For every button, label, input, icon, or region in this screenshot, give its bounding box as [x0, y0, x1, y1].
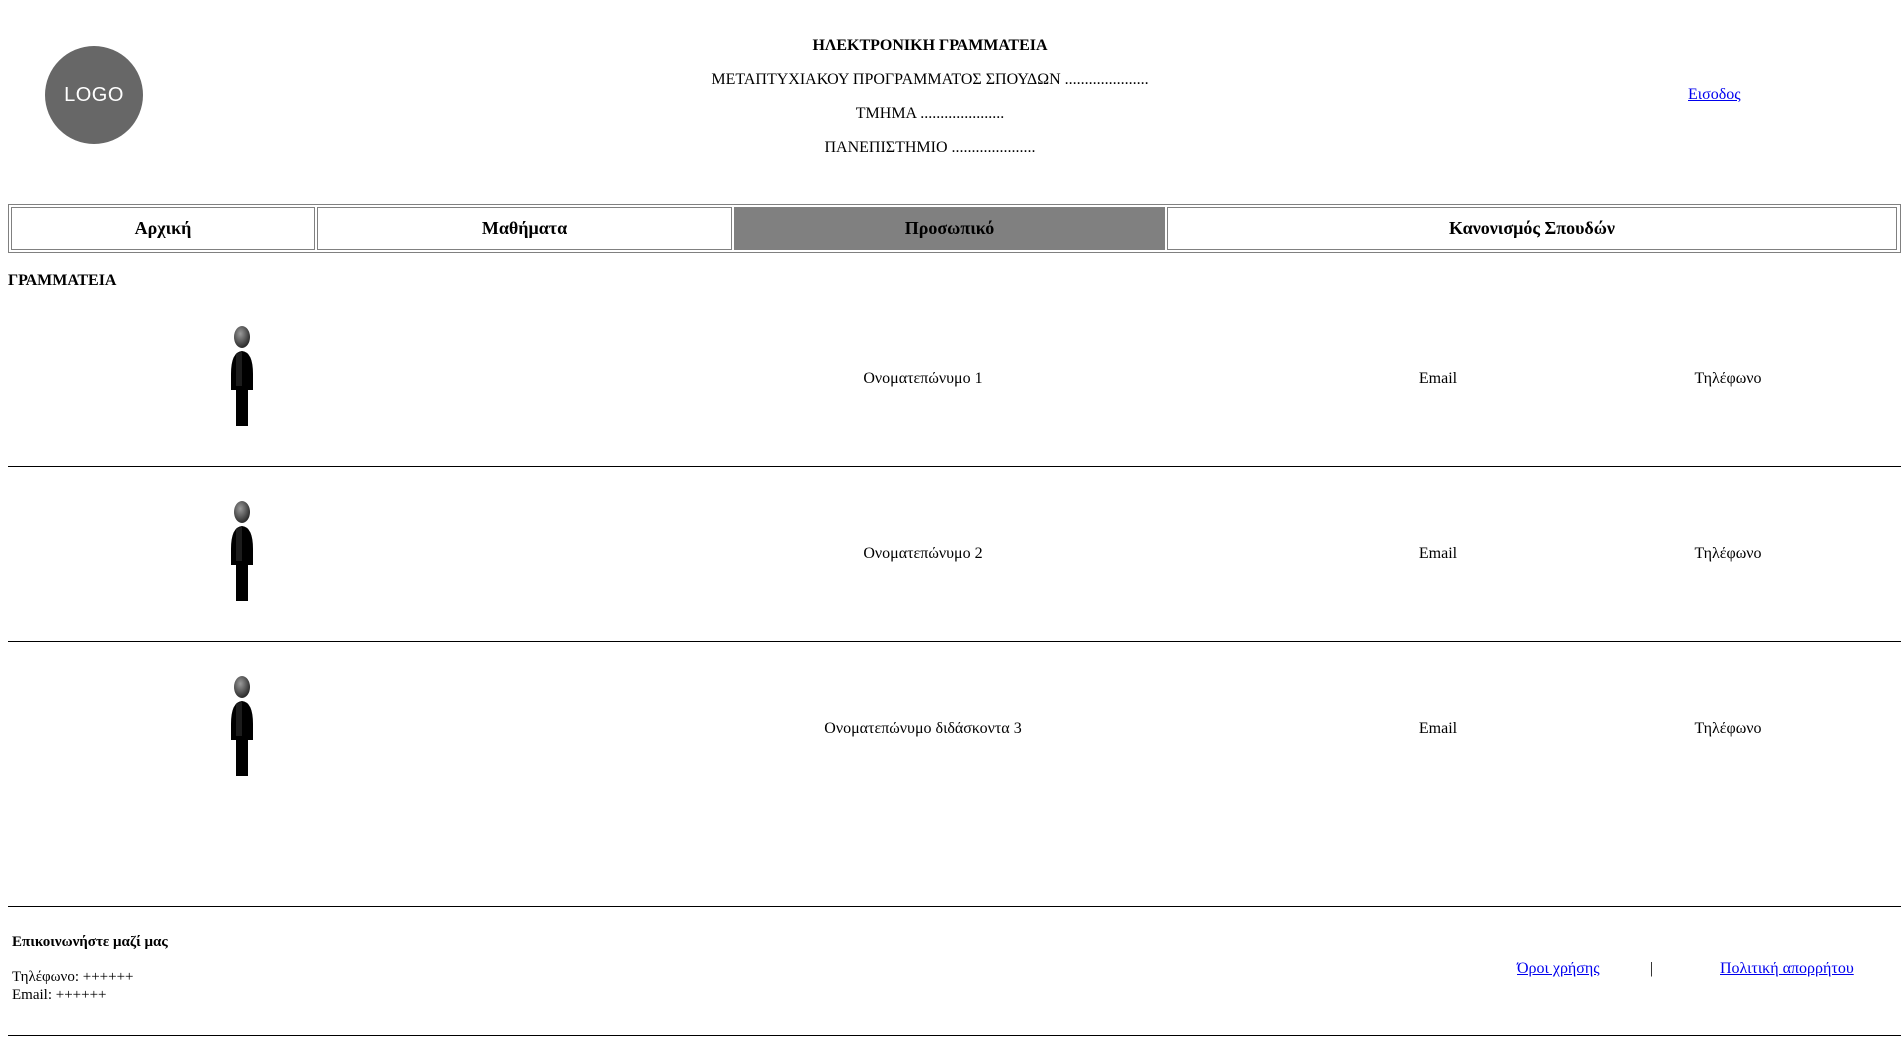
footer-divider-bottom: [8, 1035, 1901, 1036]
staff-phone: Τηλέφωνο: [1694, 370, 1762, 387]
main-nav: Αρχική Μαθήματα Προσωπικό Κανονισμός Σπο…: [8, 204, 1901, 253]
footer-separator: |: [1650, 960, 1654, 977]
person-icon: [231, 501, 253, 601]
staff-email: Email: [1418, 720, 1458, 737]
login-link[interactable]: Εισοδος: [1688, 86, 1741, 104]
logo: LOGO: [45, 46, 143, 144]
page: LOGO ΗΛΕΚΤΡΟΝΙΚΗ ΓΡΑΜΜΑΤΕΙΑ ΜΕΤΑΠΤΥΧΙΑΚΟ…: [0, 0, 1903, 1039]
privacy-link[interactable]: Πολιτική απορρήτου: [1720, 960, 1854, 978]
site-title: ΗΛΕΚΤΡΟΝΙΚΗ ΓΡΑΜΜΑΤΕΙΑ: [812, 37, 1048, 54]
program-line: ΜΕΤΑΠΤΥΧΙΑΚΟΥ ΠΡΟΓΡΑΜΜΑΤΟΣ ΣΠΟΥΔΩΝ .....…: [711, 71, 1149, 88]
staff-name: Ονοματεπώνυμο 2: [863, 545, 983, 562]
department-line: ΤΜΗΜΑ .....................: [855, 105, 1005, 122]
staff-row: Ονοματεπώνυμο διδάσκοντα 3 Email Τηλέφων…: [8, 646, 1901, 816]
nav-regulations[interactable]: Κανονισμός Σπουδών: [1167, 207, 1897, 250]
staff-name: Ονοματεπώνυμο 1: [863, 370, 983, 387]
staff-email: Email: [1418, 370, 1458, 387]
person-icon: [231, 676, 253, 776]
section-title: ΓΡΑΜΜΑΤΕΙΑ: [8, 272, 117, 289]
staff-phone: Τηλέφωνο: [1694, 720, 1762, 737]
university-line: ΠΑΝΕΠΙΣΤΗΜΙΟ .....................: [824, 139, 1036, 156]
logo-text: LOGO: [64, 83, 124, 106]
nav-home[interactable]: Αρχική: [11, 207, 315, 250]
contact-title: Επικοινωνήστε μαζί μας: [12, 934, 168, 950]
staff-phone: Τηλέφωνο: [1694, 545, 1762, 562]
nav-courses[interactable]: Μαθήματα: [317, 207, 732, 250]
terms-link[interactable]: Όροι χρήσης: [1517, 960, 1600, 978]
nav-staff[interactable]: Προσωπικό: [734, 207, 1165, 250]
staff-email: Email: [1418, 545, 1458, 562]
person-icon: [231, 326, 253, 426]
contact-email: Email: ++++++: [12, 987, 107, 1003]
staff-row: Ονοματεπώνυμο 2 Email Τηλέφωνο: [8, 471, 1901, 642]
site-header: ΗΛΕΚΤΡΟΝΙΚΗ ΓΡΑΜΜΑΤΕΙΑ ΜΕΤΑΠΤΥΧΙΑΚΟΥ ΠΡΟ…: [580, 34, 1280, 170]
staff-name: Ονοματεπώνυμο διδάσκοντα 3: [824, 720, 1022, 737]
contact-phone: Τηλέφωνο: ++++++: [12, 969, 134, 985]
footer-divider-top: [8, 906, 1901, 907]
staff-row: Ονοματεπώνυμο 1 Email Τηλέφωνο: [8, 296, 1901, 467]
